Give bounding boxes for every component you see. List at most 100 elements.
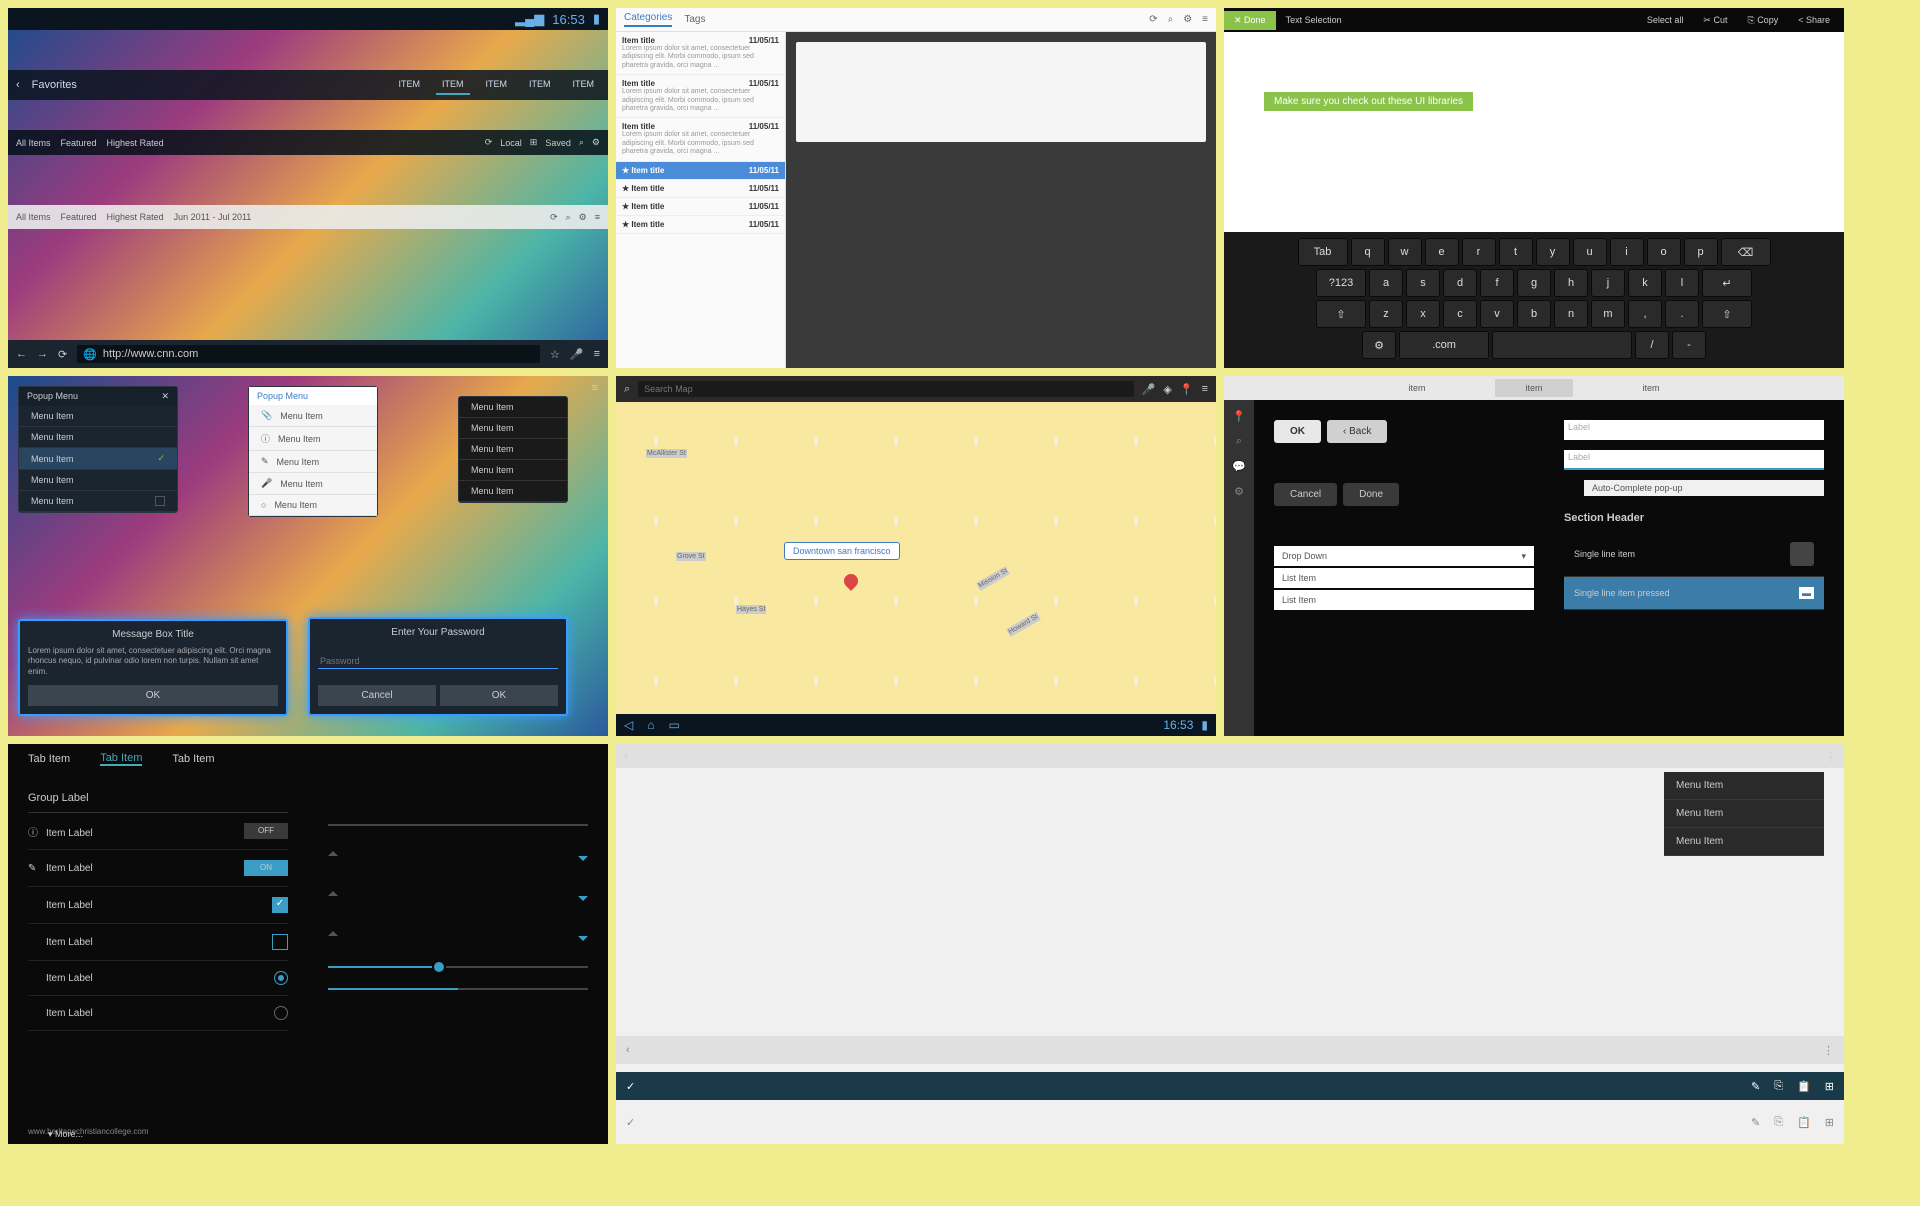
more-link[interactable]: ▾ More... [48, 1129, 83, 1140]
dropdown[interactable]: Drop Down ▾ [1274, 546, 1534, 566]
key-y[interactable]: y [1536, 238, 1570, 266]
key-.com[interactable]: .com [1399, 331, 1489, 359]
footer-link[interactable]: www.heritagechristiancollege.com [28, 1127, 149, 1136]
back-icon[interactable]: ◁ [624, 718, 633, 732]
menu-icon[interactable]: ≡ [1202, 383, 1208, 395]
autocomplete-popup[interactable]: Auto-Complete pop-up [1584, 480, 1824, 496]
tab[interactable]: Tab Item [100, 752, 142, 766]
menu-icon[interactable]: ≡ [592, 382, 598, 394]
settings-icon[interactable]: ⚙ [592, 137, 600, 148]
paste-icon[interactable]: 📋 [1797, 1080, 1811, 1093]
setting-radio-on[interactable]: Item Label [28, 961, 288, 996]
key-?123[interactable]: ?123 [1316, 269, 1366, 297]
key-i[interactable]: i [1610, 238, 1644, 266]
list-row[interactable]: Item title11/05/11Lorem ipsum dolor sit … [616, 75, 785, 118]
menu-item[interactable]: 📎Menu Item [249, 405, 377, 427]
menu-item[interactable]: Menu Item [459, 418, 567, 439]
key-space[interactable] [1492, 331, 1632, 359]
key-t[interactable]: t [1499, 238, 1533, 266]
refresh-icon[interactable]: ⟳ [550, 212, 558, 223]
key-d[interactable]: d [1443, 269, 1477, 297]
key-a[interactable]: a [1369, 269, 1403, 297]
copy-icon[interactable]: ⎘ [1774, 1080, 1783, 1093]
chat-icon[interactable]: 💬 [1232, 460, 1246, 473]
list-row[interactable]: ★ Item title11/05/11 [616, 216, 785, 234]
key-m[interactable]: m [1591, 300, 1625, 328]
ok-button[interactable]: OK [440, 685, 558, 706]
refresh-icon[interactable]: ⟳ [485, 137, 493, 148]
nav-tab[interactable]: ITEM [523, 75, 557, 95]
menu-item[interactable]: Menu Item [19, 406, 177, 427]
share-action[interactable]: < Share [1792, 13, 1836, 28]
search-icon[interactable]: ⌕ [1236, 435, 1242, 448]
menu-icon[interactable]: ≡ [1202, 14, 1208, 25]
menu-item[interactable]: Menu Item [459, 439, 567, 460]
add-icon[interactable]: ⊞ [530, 137, 538, 148]
password-input[interactable] [318, 654, 558, 669]
key-↵[interactable]: ↵ [1702, 269, 1752, 297]
key-⇧[interactable]: ⇧ [1316, 300, 1366, 328]
recent-icon[interactable]: ▭ [668, 718, 679, 732]
filter[interactable]: Featured [61, 212, 97, 222]
key-p[interactable]: p [1684, 238, 1718, 266]
menu-item[interactable]: Menu Item✓ [19, 448, 177, 470]
local-label[interactable]: Local [500, 138, 522, 148]
back-chevron-icon[interactable]: ‹ [16, 79, 20, 91]
ok-button[interactable]: OK [28, 685, 278, 706]
back-icon[interactable]: ← [16, 348, 27, 360]
list-row[interactable]: Item title11/05/11Lorem ipsum dolor sit … [616, 118, 785, 161]
reload-icon[interactable]: ⟳ [58, 348, 67, 361]
spinner[interactable] [328, 886, 588, 906]
key-c[interactable]: c [1443, 300, 1477, 328]
menu-item[interactable]: Menu Item [1664, 772, 1824, 800]
key-z[interactable]: z [1369, 300, 1403, 328]
menu-item[interactable]: 🎤Menu Item [249, 473, 377, 495]
search-icon[interactable]: ⌕ [1168, 14, 1174, 25]
radio[interactable] [274, 971, 288, 985]
key-x[interactable]: x [1406, 300, 1440, 328]
key-s[interactable]: s [1406, 269, 1440, 297]
slider[interactable] [328, 988, 588, 990]
list-row[interactable]: ★ Item title11/05/11 [616, 180, 785, 198]
setting-checkbox-off[interactable]: Item Label [28, 924, 288, 961]
overflow-icon[interactable]: ⋮ [1825, 750, 1836, 763]
checkbox[interactable] [272, 934, 288, 950]
filter[interactable]: Highest Rated [107, 212, 164, 222]
pin-icon[interactable]: 📍 [1232, 410, 1246, 423]
menu-item[interactable]: Menu Item [1664, 828, 1824, 856]
back-chevron-icon[interactable]: ‹ [624, 750, 628, 762]
key-g[interactable]: g [1517, 269, 1551, 297]
menu-item[interactable]: Menu Item [459, 397, 567, 418]
map-pin-icon[interactable] [841, 571, 861, 591]
menu-item[interactable]: Menu Item [459, 460, 567, 481]
menu-item[interactable]: ✎Menu Item [249, 451, 377, 473]
tab[interactable]: Tab Item [172, 753, 214, 765]
cancel-button[interactable]: Cancel [318, 685, 436, 706]
search-icon[interactable]: ⌕ [566, 212, 571, 223]
filter[interactable]: All Items [16, 138, 51, 148]
key-q[interactable]: q [1351, 238, 1385, 266]
key-o[interactable]: o [1647, 238, 1681, 266]
filter[interactable]: All Items [16, 212, 51, 222]
overflow-icon[interactable]: ⋮ [1823, 1044, 1834, 1057]
text-input-focused[interactable]: Label [1564, 450, 1824, 470]
menu-item[interactable]: Menu Item [1664, 800, 1824, 828]
menu-item[interactable]: Menu Item [19, 427, 177, 448]
settings-icon[interactable]: ⚙ [1234, 485, 1244, 498]
grid-icon[interactable]: ⊞ [1825, 1080, 1834, 1093]
list-item[interactable]: List Item [1274, 568, 1534, 588]
key-Tab[interactable]: Tab [1298, 238, 1348, 266]
key-,[interactable]: , [1628, 300, 1662, 328]
menu-item[interactable]: ○Menu Item [249, 495, 377, 516]
radio[interactable] [274, 1006, 288, 1020]
map-canvas[interactable]: McAllister St Grove St Hayes St Mission … [616, 402, 1216, 714]
key-k[interactable]: k [1628, 269, 1662, 297]
done-button[interactable]: ✕ Done [1224, 11, 1276, 30]
map-callout[interactable]: Downtown san francisco [784, 542, 900, 560]
tab[interactable]: Tab Item [28, 753, 70, 765]
key-h[interactable]: h [1554, 269, 1588, 297]
menu-item[interactable]: Menu Item [19, 491, 177, 512]
check-icon[interactable]: ✓ [626, 1080, 635, 1093]
filter[interactable]: Featured [61, 138, 97, 148]
settings-icon[interactable]: ⚙ [1183, 14, 1192, 25]
